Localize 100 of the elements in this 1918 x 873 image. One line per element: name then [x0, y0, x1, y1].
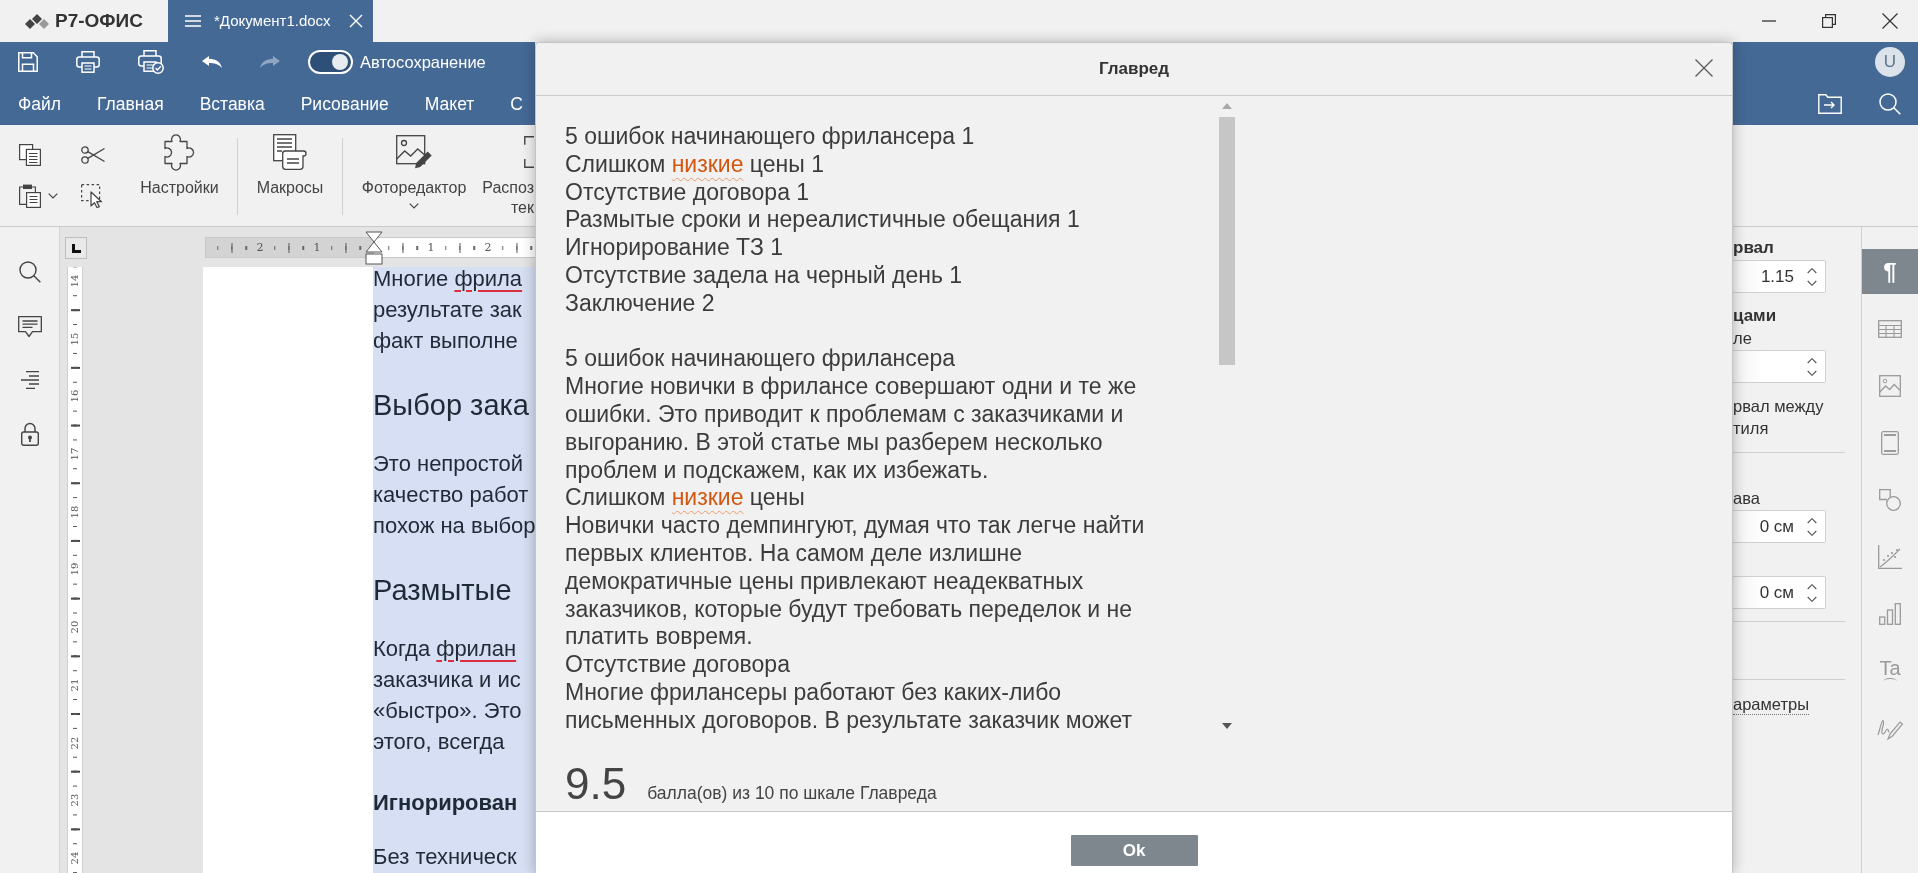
- toggle-label: Автосохранение: [360, 52, 486, 72]
- toc-line: Отсутствие задела на черный день 1: [565, 262, 964, 290]
- comment-icon[interactable]: [17, 316, 42, 338]
- spinner-field[interactable]: [1733, 350, 1826, 383]
- score-value: 9.5: [565, 762, 627, 806]
- logo-icon: [25, 13, 49, 29]
- text-line: заказчика и ис: [373, 668, 522, 692]
- menu-tab[interactable]: Макет: [424, 92, 475, 115]
- text-paragraph: Новички часто демпингуют, думая что так легче найти первых клиентов. На самом деле излишне демократичные цены привлекают неадекватных заказчиков, которые будут требовать переделок и не платить вовремя.: [565, 512, 1146, 652]
- image-pencil-icon: [396, 135, 432, 169]
- ruler-number: 2: [483, 241, 493, 254]
- toggle-switch[interactable]: [308, 50, 353, 74]
- scatter-chart-icon: [1878, 544, 1902, 569]
- toc-line: 5 ошибок начинающего фрилансера 1: [565, 123, 976, 151]
- spinner-field[interactable]: 0 см: [1733, 576, 1826, 609]
- undo-icon[interactable]: [202, 56, 222, 68]
- selection-cursor-icon[interactable]: [81, 184, 103, 208]
- app-name: Р7-ОФИС: [55, 10, 143, 32]
- setting-label: тиля: [1733, 418, 1770, 438]
- close-icon[interactable]: [1882, 13, 1898, 29]
- tab-stop-icon: [71, 243, 81, 253]
- menu-tab[interactable]: Главная: [97, 92, 164, 115]
- table-icon: [1878, 319, 1902, 338]
- toc-line: Размытые сроки и нереалистичные обещания 1: [565, 206, 1081, 235]
- ruler-number: 1: [426, 241, 436, 254]
- settings-link[interactable]: араметры: [1733, 694, 1810, 715]
- menu-tab[interactable]: Рисование: [300, 92, 389, 115]
- text-line: похож на выбор: [373, 514, 535, 538]
- copy-icon[interactable]: [19, 144, 41, 166]
- stepper-arrows-icon[interactable]: [1807, 517, 1817, 536]
- document-tab[interactable]: *Документ1.docx: [168, 0, 373, 42]
- lock-icon[interactable]: [20, 422, 39, 446]
- stepper-arrows-icon[interactable]: [1807, 357, 1817, 376]
- text-line: «быстро». Это: [373, 699, 523, 723]
- text-line: Многие фрила: [373, 267, 524, 291]
- printer-check-icon[interactable]: [138, 50, 164, 74]
- text-paragraph: 5 ошибок начинающего фрилансера: [565, 345, 957, 374]
- ribbon-button[interactable]: Фоторедактор: [351, 125, 477, 209]
- text-line: Это непростой: [373, 452, 525, 476]
- dialog-title: Главред: [1098, 59, 1170, 79]
- stepper-arrows-icon[interactable]: [1807, 583, 1817, 602]
- ruler-corner[interactable]: [65, 237, 87, 259]
- printer-icon[interactable]: [76, 51, 100, 73]
- setting-label: ле: [1733, 328, 1753, 348]
- menu-icon[interactable]: [185, 15, 201, 27]
- menu-tab[interactable]: Файл: [18, 92, 62, 115]
- paste-button[interactable]: [19, 184, 58, 208]
- setting-heading: рвал: [1733, 238, 1775, 258]
- text-line: факт выполне: [373, 329, 519, 353]
- scrollbar-thumb[interactable]: [1219, 117, 1235, 365]
- page-icon: [1881, 430, 1899, 455]
- puzzle-icon: [164, 133, 195, 171]
- text-line: этого, всегда: [373, 730, 506, 754]
- setting-label: рвал между: [1733, 396, 1825, 416]
- close-icon[interactable]: [1695, 59, 1713, 77]
- chevron-down-icon: [48, 193, 58, 199]
- toc-line: Отсутствие договора 1: [565, 178, 811, 207]
- search-icon[interactable]: [1879, 92, 1901, 115]
- text-paragraph: Отсутствие договора: [565, 651, 791, 679]
- restore-icon[interactable]: [1822, 14, 1836, 28]
- ruler-number: 1: [312, 241, 322, 254]
- score-caption: балла(ов) из 10 по шкале Главреда: [647, 783, 937, 803]
- heading-text: Выбор зака: [373, 388, 530, 422]
- scissors-icon[interactable]: [81, 146, 105, 164]
- ok-button[interactable]: Ok: [1070, 835, 1198, 866]
- headings-icon[interactable]: [19, 371, 40, 389]
- bracket-icon: [524, 136, 534, 168]
- search-icon[interactable]: [18, 261, 41, 283]
- spinner-field[interactable]: 0 см: [1733, 510, 1826, 543]
- ribbon-button[interactable]: Распоз тек: [479, 125, 534, 218]
- text-paragraph: Слишком низкие цены: [565, 484, 806, 513]
- clipboard-icon: [19, 184, 41, 208]
- ribbon-button[interactable]: Настройки: [122, 125, 237, 198]
- folder-arrow-icon[interactable]: [1818, 93, 1842, 114]
- menu-tab[interactable]: С: [510, 92, 523, 115]
- bar-chart-icon: [1879, 602, 1901, 625]
- scroll-down-icon[interactable]: [1222, 723, 1232, 729]
- toc-line: Игнорирование ТЗ 1: [565, 234, 784, 262]
- sidebar-tab[interactable]: ¶: [1862, 249, 1918, 294]
- subheading-text: Игнорирован: [373, 791, 519, 815]
- indent-marker-icon[interactable]: [365, 230, 383, 265]
- chevron-down-icon: [409, 203, 419, 209]
- shapes-icon: [1879, 488, 1901, 511]
- document-scroll-icon: [273, 134, 307, 170]
- save-icon[interactable]: [18, 52, 38, 72]
- menu-tab[interactable]: Вставка: [199, 92, 265, 115]
- text-paragraph: Многие фрилансеры работают без каких-либо письменных договоров. В результате заказчик может: [565, 678, 1133, 735]
- ruler-number: 2: [255, 241, 265, 254]
- spinner-field[interactable]: 1.15: [1733, 260, 1826, 293]
- toc-line: Слишком низкие цены 1: [565, 150, 825, 179]
- text-line: Когда фрилан: [373, 637, 518, 661]
- user-avatar[interactable]: U: [1875, 47, 1905, 77]
- image-icon: [1879, 374, 1901, 397]
- text-line: результате зак: [373, 298, 523, 322]
- toc-line: Заключение 2: [565, 289, 716, 318]
- ribbon-button[interactable]: Макросы: [238, 125, 342, 198]
- text-line: Без техническ: [373, 845, 518, 869]
- heading-text: Размытые: [373, 573, 513, 607]
- stepper-arrows-icon[interactable]: [1807, 267, 1817, 286]
- setting-label: ава: [1733, 488, 1761, 508]
